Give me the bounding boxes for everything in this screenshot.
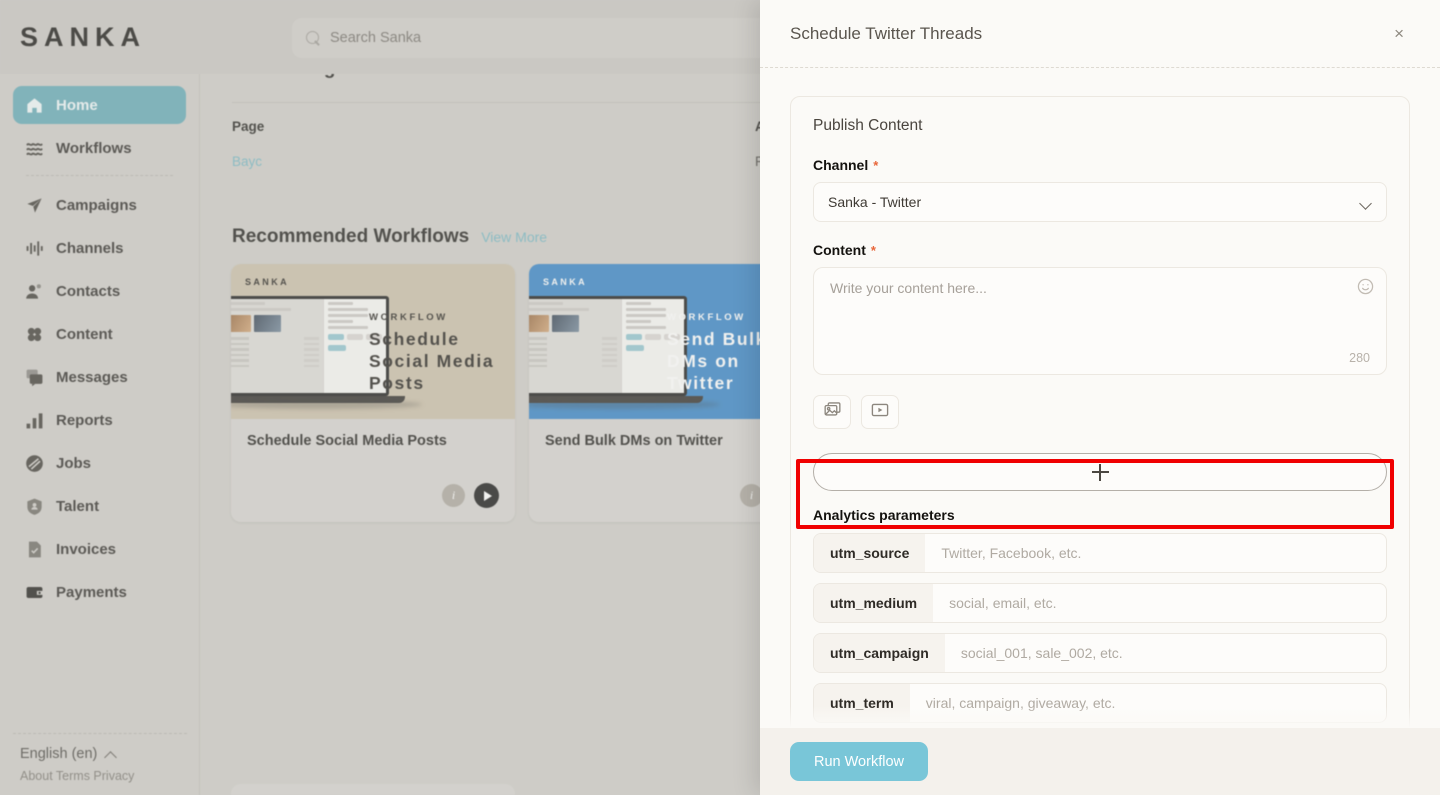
video-upload-button[interactable] [861,395,899,429]
character-counter: 280 [1349,351,1370,365]
image-upload-button[interactable] [813,395,851,429]
schedule-drawer: Schedule Twitter Threads × Publish Conte… [760,0,1440,795]
utm-term-key: utm_term [814,684,910,722]
add-thread-item-zone [813,453,1387,491]
emoji-icon[interactable] [1357,278,1374,295]
utm-term-input[interactable]: viral, campaign, giveaway, etc. [910,684,1386,722]
channel-label-text: Channel [813,157,868,173]
plus-icon [1092,464,1109,481]
video-icon [870,402,890,423]
add-thread-item-button[interactable] [813,453,1387,491]
utm-medium-key: utm_medium [814,584,933,622]
channel-select-value: Sanka - Twitter [828,194,921,210]
utm-campaign-input[interactable]: social_001, sale_002, etc. [945,634,1386,672]
channel-label: Channel * [813,157,1387,173]
analytics-parameters-title: Analytics parameters [813,507,1387,523]
app-root: SANKA Search Sanka Home Workflows [0,0,1440,795]
content-placeholder: Write your content here... [830,280,1370,296]
utm-source-key: utm_source [814,534,925,572]
panel-title: Publish Content [813,117,1387,135]
channel-select[interactable]: Sanka - Twitter [813,182,1387,222]
publish-content-panel: Publish Content Channel * Sanka - Twitte… [790,96,1410,728]
drawer-title: Schedule Twitter Threads [790,24,982,44]
run-workflow-button[interactable]: Run Workflow [790,742,928,781]
utm-medium-row[interactable]: utm_medium social, email, etc. [813,583,1387,623]
utm-medium-input[interactable]: social, email, etc. [933,584,1386,622]
close-icon[interactable]: × [1388,21,1410,46]
drawer-header: Schedule Twitter Threads × [760,0,1440,68]
required-marker: * [871,243,876,258]
content-label: Content * [813,242,1387,258]
image-icon [823,401,842,423]
utm-term-row[interactable]: utm_term viral, campaign, giveaway, etc. [813,683,1387,723]
utm-campaign-key: utm_campaign [814,634,945,672]
utm-source-input[interactable]: Twitter, Facebook, etc. [925,534,1386,572]
media-buttons-row [813,395,1387,429]
chevron-down-icon [1361,199,1372,206]
utm-campaign-row[interactable]: utm_campaign social_001, sale_002, etc. [813,633,1387,673]
required-marker: * [873,158,878,173]
content-label-text: Content [813,242,866,258]
drawer-body: Publish Content Channel * Sanka - Twitte… [760,68,1440,728]
utm-source-row[interactable]: utm_source Twitter, Facebook, etc. [813,533,1387,573]
drawer-footer: Run Workflow [760,728,1440,795]
content-textarea[interactable]: Write your content here... 280 [813,267,1387,375]
